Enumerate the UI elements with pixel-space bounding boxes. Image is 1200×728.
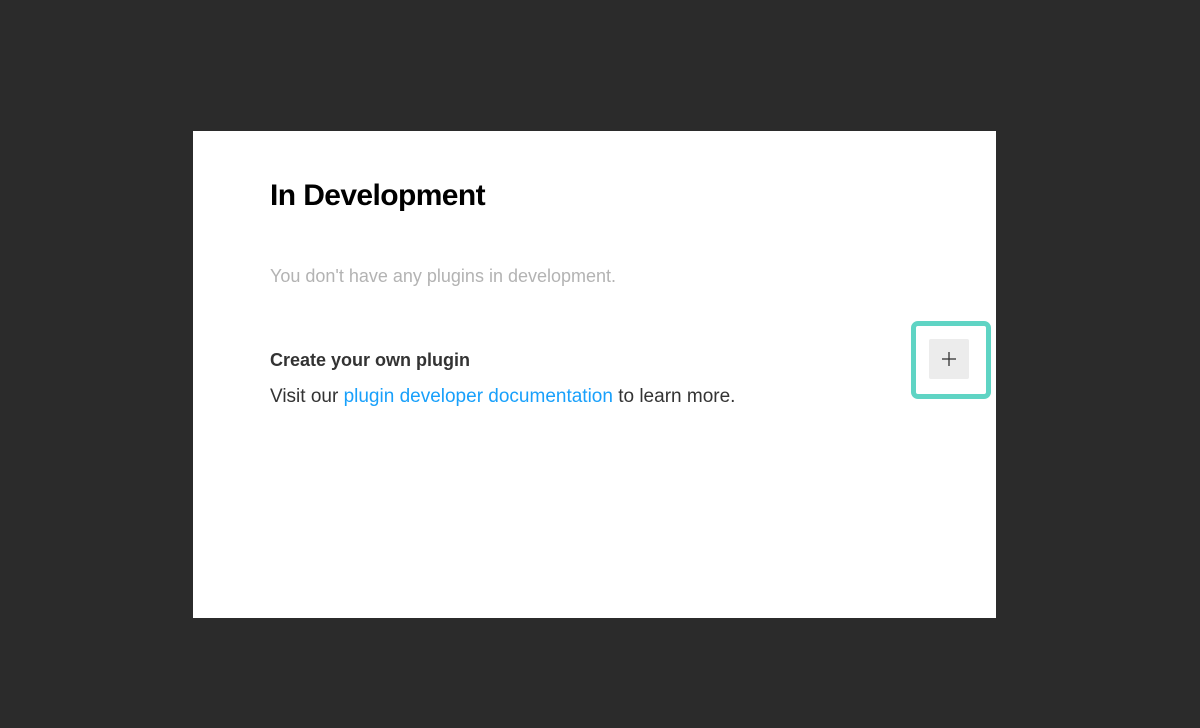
documentation-sentence: Visit our plugin developer documentation… (270, 384, 735, 410)
plus-icon (942, 352, 956, 366)
add-plugin-button[interactable] (929, 339, 969, 379)
sentence-suffix: to learn more. (612, 386, 736, 407)
create-plugin-heading: Create your own plugin (270, 350, 471, 370)
sentence-prefix: Visit our (270, 386, 344, 407)
empty-state-message: You don't have any plugins in developmen… (270, 266, 617, 286)
developer-docs-link[interactable]: plugin developer documentation (344, 386, 613, 407)
page-title: In Development (270, 179, 486, 212)
plugins-panel: In Development You don't have any plugin… (193, 131, 996, 618)
